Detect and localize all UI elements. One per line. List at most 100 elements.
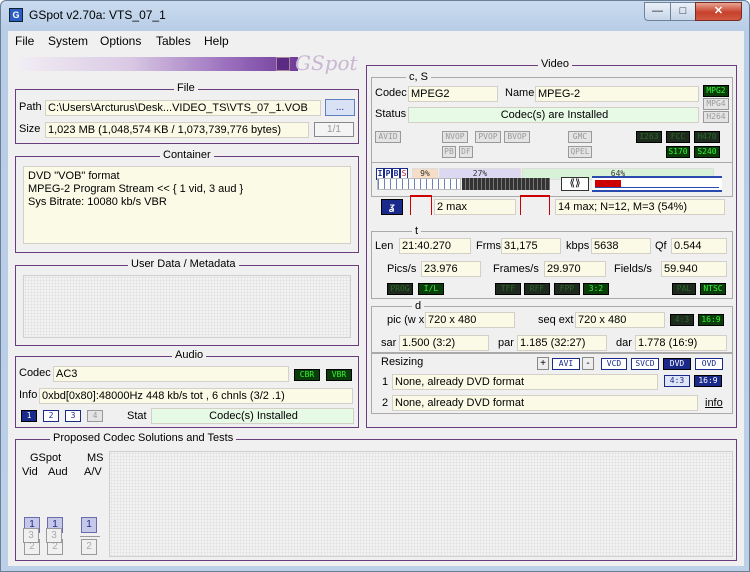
gop-length-marker xyxy=(520,195,550,215)
gop-structure-light-bars xyxy=(377,178,461,190)
pb-flag: PB xyxy=(442,146,456,158)
video-name-field: MPEG-2 xyxy=(535,86,699,102)
menu-system[interactable]: System xyxy=(48,34,88,48)
ovd-button[interactable]: OVD xyxy=(695,358,723,370)
bitrate-baseline xyxy=(595,187,719,188)
audio-group: Audio Codec AC3 CBR VBR Info 0xbd[0x80]:… xyxy=(15,349,359,428)
resize-row-1-label: 1 xyxy=(382,376,389,388)
browse-button[interactable]: ... xyxy=(325,99,355,116)
length-label: Len xyxy=(375,240,394,252)
fields-per-sec-label: Fields/s xyxy=(614,263,652,275)
resizing-label: Resizing xyxy=(381,356,424,368)
h264-indicator: H264 xyxy=(703,111,729,123)
kbps-label: kbps xyxy=(566,240,590,252)
seq-ext-label: seq ext xyxy=(538,314,574,326)
video-group-title: Video xyxy=(538,58,572,70)
frames-per-sec-label: Frames/s xyxy=(493,263,539,275)
video-status-label: Status xyxy=(375,108,407,120)
svcd-button[interactable]: SVCD xyxy=(631,358,659,370)
ratio-4-3-indicator: 4:3 xyxy=(670,314,694,326)
prog-indicator: PROG xyxy=(387,283,413,295)
path-field[interactable]: C:\Users\Arcturus\Desk...VIDEO_TS\VTS_07… xyxy=(45,100,321,116)
maximize-button[interactable]: □ xyxy=(670,2,696,21)
avi-button[interactable]: AVI xyxy=(552,358,580,370)
container-line-bitrate: Sys Bitrate: 10080 kb/s VBR xyxy=(28,196,167,208)
proposed-group-title: Proposed Codec Solutions and Tests xyxy=(50,432,237,444)
seq-ext-field: 720 x 480 xyxy=(575,312,665,328)
s240-flag: S240 xyxy=(694,146,720,158)
par-label: par xyxy=(498,337,514,349)
resize-4-3-button[interactable]: 4:3 xyxy=(664,375,690,387)
gspot-aud-3-button[interactable]: 3 xyxy=(46,528,62,543)
pvop-flag: PVOP xyxy=(475,131,501,143)
size-label: Size xyxy=(19,123,41,135)
qpel-flag: QPEL xyxy=(568,146,592,158)
title-bar[interactable]: G GSpot v2.70a: VTS_07_1 — □ ✕ xyxy=(1,1,749,29)
t-subgroup-title: t xyxy=(412,225,422,237)
container-line-stream: MPEG-2 Program Stream << { 1 vid, 3 aud … xyxy=(28,183,244,195)
kbps-field: 5638 xyxy=(591,238,651,254)
gmc-flag: GMC xyxy=(568,131,592,143)
pic-size-field: 720 x 480 xyxy=(425,312,515,328)
ms-av-3-placeholder xyxy=(80,536,100,538)
cs-subgroup-title: c, S xyxy=(406,71,431,83)
gop-toggle-button[interactable]: ʓ xyxy=(381,199,403,215)
audio-stream-2[interactable]: 2 xyxy=(43,410,59,422)
logo-gradient-bar xyxy=(18,57,298,71)
tff-indicator: TFF xyxy=(495,283,521,295)
user-data-group-title: User Data / Metadata xyxy=(128,258,239,270)
vcd-button[interactable]: VCD xyxy=(601,358,627,370)
df-flag: DF xyxy=(459,146,473,158)
ms-av-2-button[interactable]: 2 xyxy=(81,539,97,555)
gop-scale-glyph: ⟪⟫ xyxy=(561,177,589,191)
proposed-results-box[interactable] xyxy=(109,451,733,557)
bvop-flag: BVOP xyxy=(504,131,530,143)
gspot-vid-3-button[interactable]: 3 xyxy=(23,528,39,543)
window-title: GSpot v2.70a: VTS_07_1 xyxy=(29,8,166,22)
resize-plus-button[interactable]: + xyxy=(537,357,549,370)
container-line-format: DVD "VOB" format xyxy=(28,170,120,182)
menu-file[interactable]: File xyxy=(15,34,34,48)
page-indicator[interactable]: 1/1 xyxy=(314,122,354,137)
resize-16-9-button[interactable]: 16:9 xyxy=(694,375,722,387)
timing-subgroup: t Len 21:40.270 Frms 31,175 kbps 5638 Qf… xyxy=(371,225,733,299)
av-column-label: A/V xyxy=(84,466,102,478)
audio-stream-4[interactable]: 4 xyxy=(87,410,103,422)
menu-tables[interactable]: Tables xyxy=(156,34,191,48)
audio-stream-3[interactable]: 3 xyxy=(65,410,81,422)
cs-divider xyxy=(372,162,732,163)
container-info-box[interactable]: DVD "VOB" format MPEG-2 Program Stream <… xyxy=(23,166,351,244)
cbr-indicator: CBR xyxy=(294,369,320,381)
fpp-indicator: FPP xyxy=(554,283,580,295)
sar-label: sar xyxy=(381,337,397,349)
video-codec-field: MPEG2 xyxy=(408,86,498,102)
app-icon[interactable]: G xyxy=(9,8,23,22)
user-data-box[interactable] xyxy=(23,275,351,338)
audio-info-field: 0xbd[0x80]:48000Hz 448 kb/s tot , 6 chnl… xyxy=(39,388,353,404)
qf-label: Qf xyxy=(655,240,667,252)
logo-square xyxy=(276,57,290,71)
minimize-button[interactable]: — xyxy=(644,2,671,21)
b-frame-max-field: 2 max xyxy=(434,199,516,215)
pic-size-label: pic (w x xyxy=(387,314,425,326)
menu-options[interactable]: Options xyxy=(100,34,141,48)
h470-flag: H470 xyxy=(694,131,720,143)
rff-indicator: RFF xyxy=(524,283,550,295)
user-data-group: User Data / Metadata xyxy=(15,258,359,346)
aud-column-label: Aud xyxy=(48,466,68,478)
close-button[interactable]: ✕ xyxy=(695,2,742,21)
audio-stream-1[interactable]: 1 xyxy=(21,410,37,422)
menu-help[interactable]: Help xyxy=(204,34,229,48)
file-group-title: File xyxy=(174,82,198,94)
ms-av-1-button[interactable]: 1 xyxy=(81,517,97,533)
bitrate-peak-bar xyxy=(595,180,621,187)
length-field: 21:40.270 xyxy=(399,238,471,254)
info-link[interactable]: info xyxy=(705,397,723,409)
bitrate-graph xyxy=(592,176,722,192)
i263-flag: I263 xyxy=(636,131,662,143)
dvd-button[interactable]: DVD xyxy=(663,358,691,370)
par-field: 1.185 (32:27) xyxy=(517,335,607,351)
ms-column-label: MS xyxy=(87,452,104,464)
resize-minus-button[interactable]: - xyxy=(582,357,594,370)
video-name-label: Name xyxy=(505,87,535,99)
